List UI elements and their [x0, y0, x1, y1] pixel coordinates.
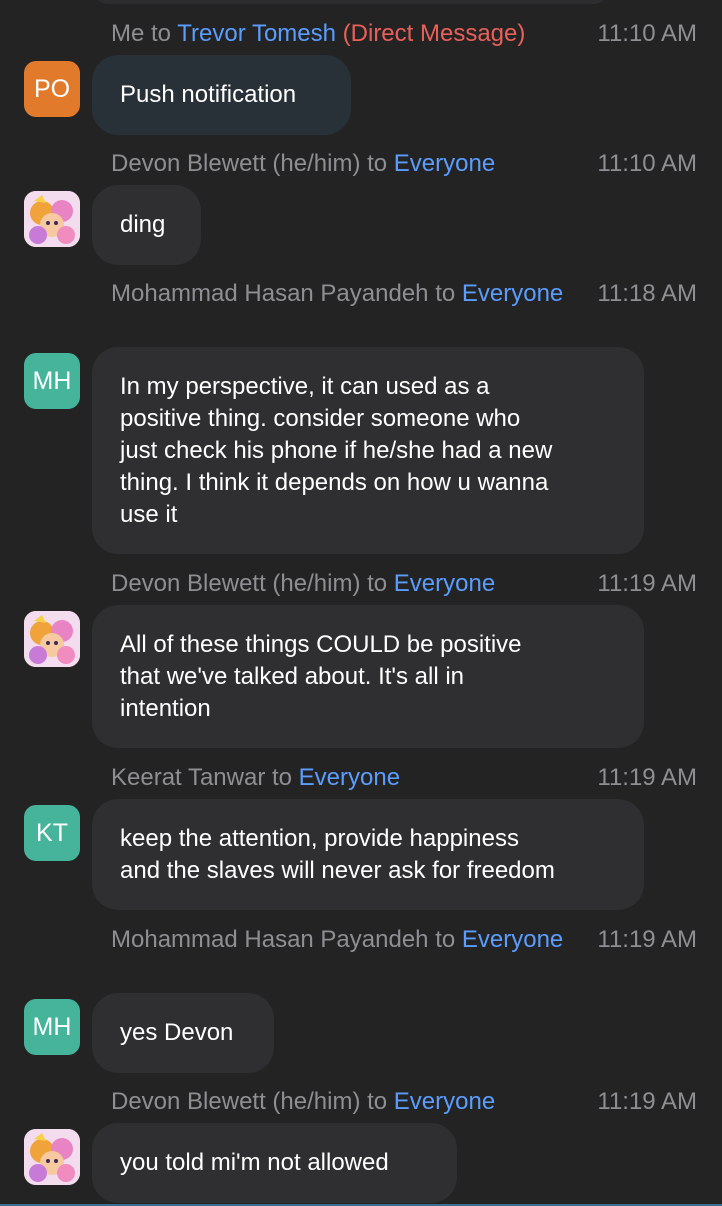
avatar[interactable]: MH — [24, 353, 80, 409]
recipient-name[interactable]: Everyone — [394, 1088, 495, 1115]
message-timestamp: 11:19 AM — [597, 764, 697, 791]
recipient-name[interactable]: Everyone — [394, 570, 495, 597]
to-label: to — [435, 926, 456, 953]
avatar[interactable] — [24, 1129, 80, 1185]
message-timestamp: 11:19 AM — [597, 570, 697, 597]
chat-message-list[interactable]: Me to Trevor Tomesh (Direct Message) 11:… — [0, 0, 722, 1206]
message-header: Mohammad Hasan Payandeh to Everyone — [111, 278, 581, 310]
message-timestamp: 11:18 AM — [597, 280, 697, 307]
recipient-name[interactable]: Everyone — [394, 150, 495, 177]
message-bubble[interactable]: ding — [92, 185, 201, 265]
message-bubble[interactable]: All of these things COULD be positive th… — [92, 605, 644, 748]
message-timestamp: 11:10 AM — [597, 150, 697, 177]
to-label: to — [435, 280, 456, 307]
message-header: Me to Trevor Tomesh (Direct Message) — [111, 18, 581, 50]
message-header: Devon Blewett (he/him) to Everyone — [111, 568, 581, 600]
sender-name: Mohammad Hasan Payandeh — [111, 926, 429, 953]
recipient-name[interactable]: Everyone — [299, 764, 400, 791]
avatar[interactable]: PO — [24, 61, 80, 117]
sender-name: Keerat Tanwar — [111, 764, 266, 791]
message-bubble[interactable]: In my perspective, it can used as a posi… — [92, 347, 644, 554]
to-label: to — [367, 150, 388, 177]
cartoon-avatar-icon — [24, 191, 80, 247]
recipient-name[interactable]: Trevor Tomesh — [177, 20, 336, 47]
sender-name: Devon Blewett (he/him) — [111, 1088, 361, 1115]
to-label: to — [151, 20, 172, 47]
to-label: to — [367, 1088, 388, 1115]
sender-name: Me — [111, 20, 145, 47]
cartoon-avatar-icon — [24, 1129, 80, 1185]
recipient-name[interactable]: Everyone — [462, 280, 563, 307]
message-header: Devon Blewett (he/him) to Everyone — [111, 1086, 581, 1118]
avatar[interactable]: MH — [24, 999, 80, 1055]
cartoon-avatar-icon — [24, 611, 80, 667]
direct-message-tag: (Direct Message) — [342, 20, 526, 47]
to-label: to — [367, 570, 388, 597]
avatar[interactable]: KT — [24, 805, 80, 861]
message-bubble[interactable]: Push notification — [92, 55, 351, 135]
to-label: to — [271, 764, 292, 791]
message-timestamp: 11:19 AM — [597, 926, 697, 953]
avatar[interactable] — [24, 611, 80, 667]
message-timestamp: 11:10 AM — [597, 20, 697, 47]
previous-message-bubble — [92, 0, 610, 4]
avatar[interactable] — [24, 191, 80, 247]
recipient-name[interactable]: Everyone — [462, 926, 563, 953]
sender-name: Mohammad Hasan Payandeh — [111, 280, 429, 307]
message-timestamp: 11:19 AM — [597, 1088, 697, 1115]
message-header: Keerat Tanwar to Everyone — [111, 762, 581, 794]
message-bubble[interactable]: keep the attention, provide happiness an… — [92, 799, 644, 910]
message-header: Devon Blewett (he/him) to Everyone — [111, 148, 581, 180]
message-bubble[interactable]: you told mi'm not allowed — [92, 1123, 457, 1203]
sender-name: Devon Blewett (he/him) — [111, 150, 361, 177]
sender-name: Devon Blewett (he/him) — [111, 570, 361, 597]
message-header: Mohammad Hasan Payandeh to Everyone — [111, 924, 581, 956]
message-bubble[interactable]: yes Devon — [92, 993, 274, 1073]
